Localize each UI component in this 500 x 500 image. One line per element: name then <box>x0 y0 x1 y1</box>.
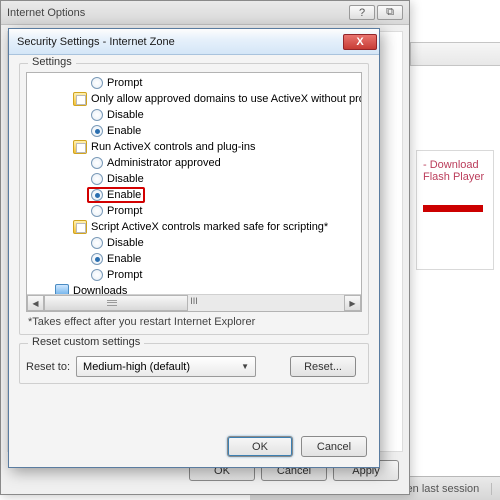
radio-icon <box>91 253 103 265</box>
radio-icon <box>91 189 103 201</box>
settings-tree: Prompt Only allow approved domains to us… <box>26 72 362 312</box>
settings-label: Settings <box>28 56 76 68</box>
radio-disable-2[interactable]: Disable <box>27 171 361 187</box>
reset-level-value: Medium-high (default) <box>83 361 190 373</box>
radio-icon <box>91 269 103 281</box>
red-underline <box>423 205 483 212</box>
downloads-icon <box>55 284 69 294</box>
dialog-close-button[interactable]: X <box>343 34 377 50</box>
reset-group-label: Reset custom settings <box>28 336 144 348</box>
scroll-marker: III <box>190 296 198 306</box>
scroll-thumb[interactable] <box>44 295 188 311</box>
radio-icon <box>91 125 103 137</box>
item-run-activex[interactable]: Run ActiveX controls and plug-ins <box>27 139 361 155</box>
download-text-2: Flash Player <box>423 171 487 183</box>
radio-icon <box>91 173 103 185</box>
radio-icon <box>91 77 103 89</box>
radio-disable-3[interactable]: Disable <box>27 235 361 251</box>
ie-background: - Download Flash Player Reopen closed ta… <box>410 0 500 500</box>
chevron-down-icon: ▼ <box>241 362 249 371</box>
dialog-titlebar[interactable]: Security Settings - Internet Zone X <box>9 29 379 55</box>
close-button[interactable]: ⧉ <box>377 5 403 20</box>
close-icon: X <box>356 36 363 48</box>
inprivate[interactable]: InPriva <box>491 483 500 495</box>
download-flash-panel[interactable]: - Download Flash Player <box>416 150 494 270</box>
radio-enable-highlighted[interactable]: Enable <box>27 187 361 203</box>
activex-icon <box>73 140 87 154</box>
help-button[interactable]: ? <box>349 5 375 20</box>
close-icon: ⧉ <box>386 6 394 19</box>
reset-level-select[interactable]: Medium-high (default) ▼ <box>76 356 256 377</box>
radio-icon <box>91 157 103 169</box>
item-script-activex[interactable]: Script ActiveX controls marked safe for … <box>27 219 361 235</box>
item-only-allow-approved[interactable]: Only allow approved domains to use Activ… <box>27 91 361 107</box>
dialog-cancel-button[interactable]: Cancel <box>301 436 367 457</box>
scroll-right-arrow[interactable]: ▶ <box>344 295 361 311</box>
radio-admin-approved[interactable]: Administrator approved <box>27 155 361 171</box>
radio-enable-3[interactable]: Enable <box>27 251 361 267</box>
scroll-track[interactable]: III <box>44 295 344 311</box>
scroll-left-arrow[interactable]: ◀ <box>27 295 44 311</box>
activex-icon <box>73 92 87 106</box>
internet-options-title: Internet Options <box>7 7 85 19</box>
restart-note: *Takes effect after you restart Internet… <box>28 316 360 328</box>
item-downloads[interactable]: Downloads <box>27 283 361 294</box>
radio-icon <box>91 237 103 249</box>
settings-tree-viewport[interactable]: Prompt Only allow approved domains to us… <box>27 73 361 294</box>
radio-prompt[interactable]: Prompt <box>27 75 361 91</box>
radio-prompt-3[interactable]: Prompt <box>27 267 361 283</box>
dialog-footer: OK Cancel <box>227 436 367 457</box>
radio-enable[interactable]: Enable <box>27 123 361 139</box>
dialog-ok-button[interactable]: OK <box>227 436 293 457</box>
reset-button[interactable]: Reset... <box>290 356 356 377</box>
reset-group: Reset custom settings Reset to: Medium-h… <box>19 343 369 384</box>
dialog-title: Security Settings - Internet Zone <box>17 36 175 48</box>
highlight-annotation: Enable <box>87 187 145 203</box>
download-text-1: - Download <box>423 159 487 171</box>
horizontal-scrollbar[interactable]: ◀ III ▶ <box>27 294 361 311</box>
activex-icon <box>73 220 87 234</box>
internet-options-titlebar[interactable]: Internet Options ? ⧉ <box>1 1 409 25</box>
radio-icon <box>91 109 103 121</box>
security-settings-dialog: Security Settings - Internet Zone X Sett… <box>8 28 380 468</box>
reset-to-label: Reset to: <box>26 361 70 373</box>
radio-disable[interactable]: Disable <box>27 107 361 123</box>
question-icon: ? <box>359 7 365 19</box>
radio-prompt-2[interactable]: Prompt <box>27 203 361 219</box>
browser-tab[interactable] <box>410 42 500 66</box>
radio-icon <box>91 205 103 217</box>
settings-group: Settings Prompt Only allow approved doma… <box>19 63 369 335</box>
